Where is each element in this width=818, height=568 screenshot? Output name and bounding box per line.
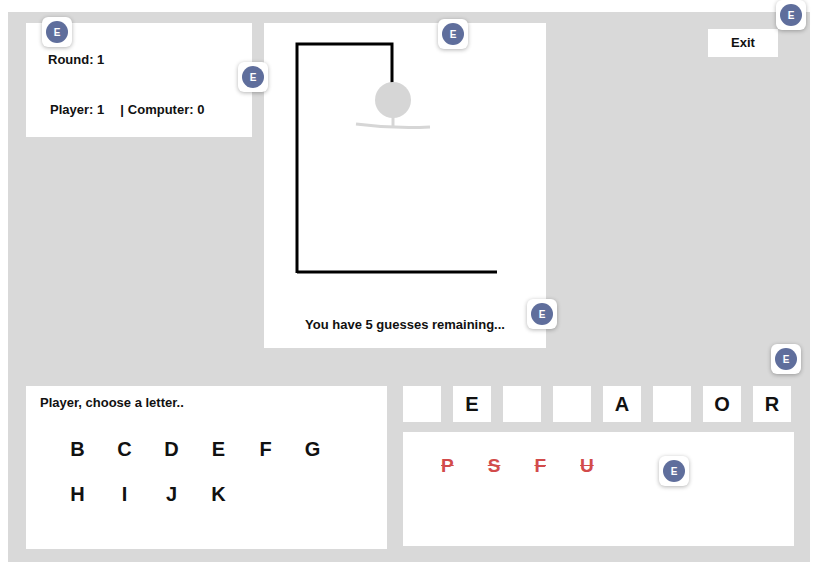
wrong-letters: PSFU (403, 432, 794, 546)
word-slot: E (453, 386, 491, 422)
comment-avatar: E (442, 23, 464, 45)
game-board: Round: 1 Player: 1 |Computer: 0 You have … (8, 12, 810, 562)
word-slot (403, 386, 441, 422)
letter-option[interactable]: D (148, 427, 195, 472)
comment-marker[interactable]: E (238, 62, 268, 92)
slot-letter: A (615, 389, 629, 419)
score-separator: | (120, 100, 124, 120)
comment-avatar: E (242, 66, 264, 88)
letter-option[interactable]: I (101, 472, 148, 517)
prompt-label: Player, choose a letter.. (40, 393, 377, 413)
hangman-head (375, 82, 411, 118)
word-slot (503, 386, 541, 422)
slot-letter: E (465, 389, 478, 419)
exit-button[interactable]: Exit (708, 29, 778, 57)
letter-option[interactable]: J (148, 472, 195, 517)
letter-option[interactable]: B (54, 427, 101, 472)
letter-option[interactable]: E (195, 427, 242, 472)
comment-avatar: E (663, 460, 685, 482)
comment-marker[interactable]: E (438, 19, 468, 49)
letter-option[interactable]: F (242, 427, 289, 472)
letter-option[interactable]: G (289, 427, 336, 472)
letter-option[interactable]: H (54, 472, 101, 517)
guesses-remaining: You have 5 guesses remaining... (264, 315, 546, 349)
hangman-neck (392, 117, 395, 127)
player-score: Player: 1 (50, 100, 104, 120)
comment-marker[interactable]: E (776, 0, 806, 30)
hangman-arms (356, 124, 430, 128)
wrong-letter: F (534, 452, 546, 481)
gallows-drawing (264, 23, 546, 293)
wrong-letter: S (488, 452, 501, 481)
word-slot (553, 386, 591, 422)
comment-marker[interactable]: E (771, 344, 801, 374)
word-slot: O (703, 386, 741, 422)
round-label: Round: 1 (48, 50, 242, 70)
letter-option[interactable]: K (195, 472, 242, 517)
slot-letter: R (765, 389, 779, 419)
comment-avatar: E (780, 4, 802, 26)
word-slot: R (753, 386, 791, 422)
wrong-letter: U (580, 452, 594, 481)
computer-score: Computer: 0 (128, 100, 205, 120)
comment-avatar: E (775, 348, 797, 370)
letter-picker: Player, choose a letter.. BCDEFG HIJK (26, 386, 387, 549)
comment-avatar: E (531, 303, 553, 325)
comment-marker[interactable]: E (42, 17, 72, 47)
comment-marker[interactable]: E (659, 456, 689, 486)
letter-grid: BCDEFG HIJK (40, 427, 377, 517)
comment-avatar: E (46, 21, 68, 43)
gallows-card: You have 5 guesses remaining... (264, 23, 546, 348)
word-slots: EAOR (403, 386, 794, 422)
word-slot: A (603, 386, 641, 422)
score-line: Player: 1 |Computer: 0 (50, 100, 242, 120)
comment-marker[interactable]: E (527, 299, 557, 329)
gallows-frame (297, 44, 392, 273)
letter-option[interactable]: C (101, 427, 148, 472)
word-slot (653, 386, 691, 422)
wrong-letter: P (441, 452, 454, 481)
slot-letter: O (714, 389, 730, 419)
gallows-base (297, 271, 497, 274)
